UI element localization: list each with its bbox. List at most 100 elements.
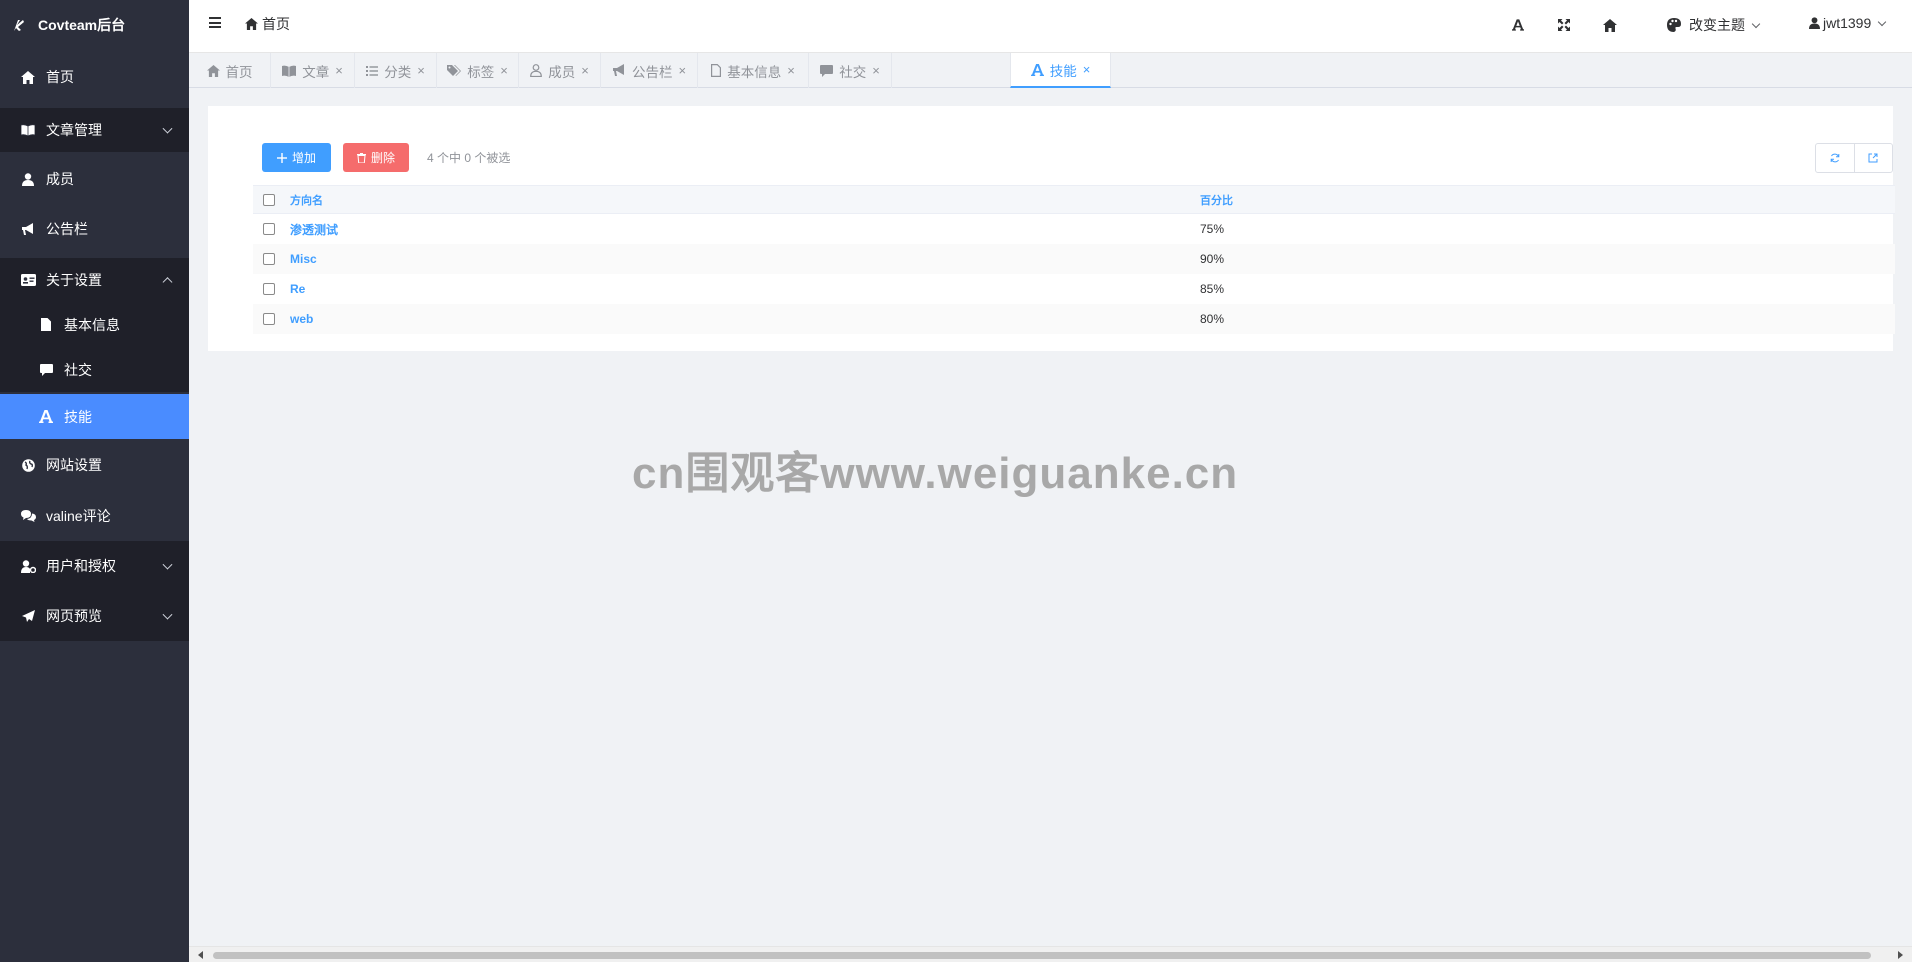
breadcrumb: 首页 bbox=[245, 14, 290, 34]
export-icon bbox=[1868, 153, 1878, 163]
tab-label: 文章 bbox=[302, 64, 330, 80]
scroll-right-arrow-icon[interactable] bbox=[1898, 951, 1903, 959]
sidebar-item-announcements[interactable]: 公告栏 bbox=[0, 209, 189, 249]
refresh-button[interactable] bbox=[1816, 144, 1854, 172]
logo-icon bbox=[10, 16, 28, 34]
export-button[interactable] bbox=[1853, 144, 1893, 172]
row-checkbox[interactable] bbox=[263, 283, 275, 295]
sidebar-item-users-auth[interactable]: 用户和授权 bbox=[0, 541, 189, 591]
tab-announcements[interactable]: 公告栏 × bbox=[601, 53, 698, 88]
palette-icon bbox=[1667, 18, 1681, 32]
sidebar-item-about-settings[interactable]: 关于设置 bbox=[0, 258, 189, 302]
user-icon bbox=[20, 171, 36, 187]
scrollbar-thumb[interactable] bbox=[213, 952, 1871, 959]
table-row: Re 85% bbox=[253, 274, 1901, 304]
sidebar-item-label: 关于设置 bbox=[46, 272, 102, 288]
tab-label: 技能 bbox=[1049, 63, 1077, 79]
file-icon bbox=[38, 317, 54, 333]
row-checkbox[interactable] bbox=[263, 223, 275, 235]
skill-name-link[interactable]: Misc bbox=[290, 252, 317, 266]
close-icon[interactable]: × bbox=[335, 63, 343, 78]
skill-name-link[interactable]: 渗透测试 bbox=[290, 221, 338, 238]
chevron-down-icon bbox=[1878, 17, 1887, 26]
tab-members[interactable]: 成员 × bbox=[519, 53, 601, 88]
close-icon[interactable]: × bbox=[500, 63, 508, 78]
chevron-down-icon bbox=[162, 559, 173, 570]
close-icon[interactable]: × bbox=[417, 63, 425, 78]
tab-social[interactable]: 社交 × bbox=[809, 53, 892, 88]
delete-button-label: 删除 bbox=[370, 151, 395, 165]
close-icon[interactable]: × bbox=[581, 63, 589, 78]
tab-tags[interactable]: 标签 × bbox=[437, 53, 519, 88]
change-theme-label: 改变主题 bbox=[1689, 17, 1745, 33]
tab-label: 标签 bbox=[467, 64, 495, 80]
fullscreen-icon[interactable] bbox=[1555, 16, 1573, 34]
sidebar-item-label: 网页预览 bbox=[46, 608, 102, 624]
tab-skills[interactable]: 技能 × bbox=[1010, 53, 1111, 88]
delete-button[interactable]: 删除 bbox=[343, 143, 409, 172]
skill-percent: 75% bbox=[1200, 222, 1225, 236]
breadcrumb-label[interactable]: 首页 bbox=[262, 14, 290, 34]
sidebar-item-web-preview[interactable]: 网页预览 bbox=[0, 591, 189, 641]
column-header-percent[interactable]: 百分比 bbox=[1200, 192, 1233, 208]
file-icon bbox=[711, 64, 722, 77]
trash-icon bbox=[356, 152, 366, 163]
sidebar-item-valine-comments[interactable]: valine评论 bbox=[0, 495, 189, 537]
user-icon bbox=[530, 64, 543, 77]
sidebar-item-social[interactable]: 社交 bbox=[0, 347, 189, 392]
bullhorn-icon bbox=[612, 64, 626, 77]
skill-percent: 85% bbox=[1200, 282, 1225, 296]
tab-categories[interactable]: 分类 × bbox=[355, 53, 437, 88]
app-logo[interactable]: Covteam后台 bbox=[0, 0, 189, 50]
sidebar-item-home[interactable]: 首页 bbox=[0, 57, 189, 97]
sidebar-item-label: 网站设置 bbox=[46, 457, 102, 473]
sidebar-item-members[interactable]: 成员 bbox=[0, 159, 189, 199]
sidebar: Covteam后台 首页 文章管理 成员 公告栏 关于设置 基本信息 社交 技能… bbox=[0, 0, 189, 962]
user-icon bbox=[1809, 17, 1820, 29]
bullhorn-icon bbox=[20, 221, 36, 237]
close-icon[interactable]: × bbox=[872, 63, 880, 78]
horizontal-scrollbar[interactable] bbox=[189, 946, 1912, 962]
skills-table: 方向名 百分比 渗透测试 75% Misc 90% Re 85% web 80% bbox=[253, 185, 1901, 334]
tab-basic-info[interactable]: 基本信息 × bbox=[698, 53, 809, 88]
chevron-down-icon bbox=[162, 609, 173, 620]
sidebar-item-label: 首页 bbox=[46, 69, 74, 85]
chevron-down-icon bbox=[1751, 19, 1761, 28]
table-row: Misc 90% bbox=[253, 244, 1901, 274]
sidebar-item-site-settings[interactable]: 网站设置 bbox=[0, 444, 189, 486]
select-all-checkbox[interactable] bbox=[263, 193, 275, 206]
font-size-icon[interactable] bbox=[1509, 16, 1527, 34]
sidebar-item-label: 用户和授权 bbox=[46, 558, 116, 574]
tab-articles[interactable]: 文章 × bbox=[271, 53, 355, 88]
sidebar-item-articles[interactable]: 文章管理 bbox=[0, 108, 189, 152]
close-icon[interactable]: × bbox=[787, 63, 795, 78]
row-checkbox[interactable] bbox=[263, 313, 275, 325]
list-icon bbox=[366, 65, 379, 76]
table-row: web 80% bbox=[253, 304, 1901, 334]
sidebar-item-basic-info[interactable]: 基本信息 bbox=[0, 302, 189, 347]
refresh-icon bbox=[1830, 153, 1840, 163]
close-icon[interactable]: × bbox=[1083, 62, 1091, 77]
tab-label: 基本信息 bbox=[727, 64, 782, 80]
table-row: 渗透测试 75% bbox=[253, 214, 1901, 244]
tab-home[interactable]: 首页 bbox=[189, 53, 271, 88]
comments-icon bbox=[20, 508, 36, 524]
change-theme-dropdown[interactable]: 改变主题 bbox=[1667, 15, 1761, 35]
book-icon bbox=[282, 65, 297, 77]
hamburger-menu-icon[interactable] bbox=[209, 17, 221, 28]
skill-name-link[interactable]: Re bbox=[290, 282, 305, 296]
user-dropdown[interactable]: jwt1399 bbox=[1809, 15, 1887, 31]
vertical-scrollbar[interactable] bbox=[1895, 106, 1912, 946]
close-icon[interactable]: × bbox=[678, 63, 686, 78]
skill-name-link[interactable]: web bbox=[290, 312, 313, 326]
home-icon bbox=[245, 18, 258, 30]
sidebar-item-label: 社交 bbox=[64, 361, 92, 378]
sidebar-item-skills[interactable]: 技能 bbox=[0, 394, 189, 439]
tags-icon bbox=[447, 64, 462, 77]
home-icon[interactable] bbox=[1601, 16, 1619, 34]
scroll-left-arrow-icon[interactable] bbox=[198, 951, 203, 959]
column-header-name[interactable]: 方向名 bbox=[290, 192, 323, 208]
add-button[interactable]: 增加 bbox=[262, 143, 331, 172]
font-icon bbox=[1030, 63, 1044, 76]
row-checkbox[interactable] bbox=[263, 253, 275, 265]
